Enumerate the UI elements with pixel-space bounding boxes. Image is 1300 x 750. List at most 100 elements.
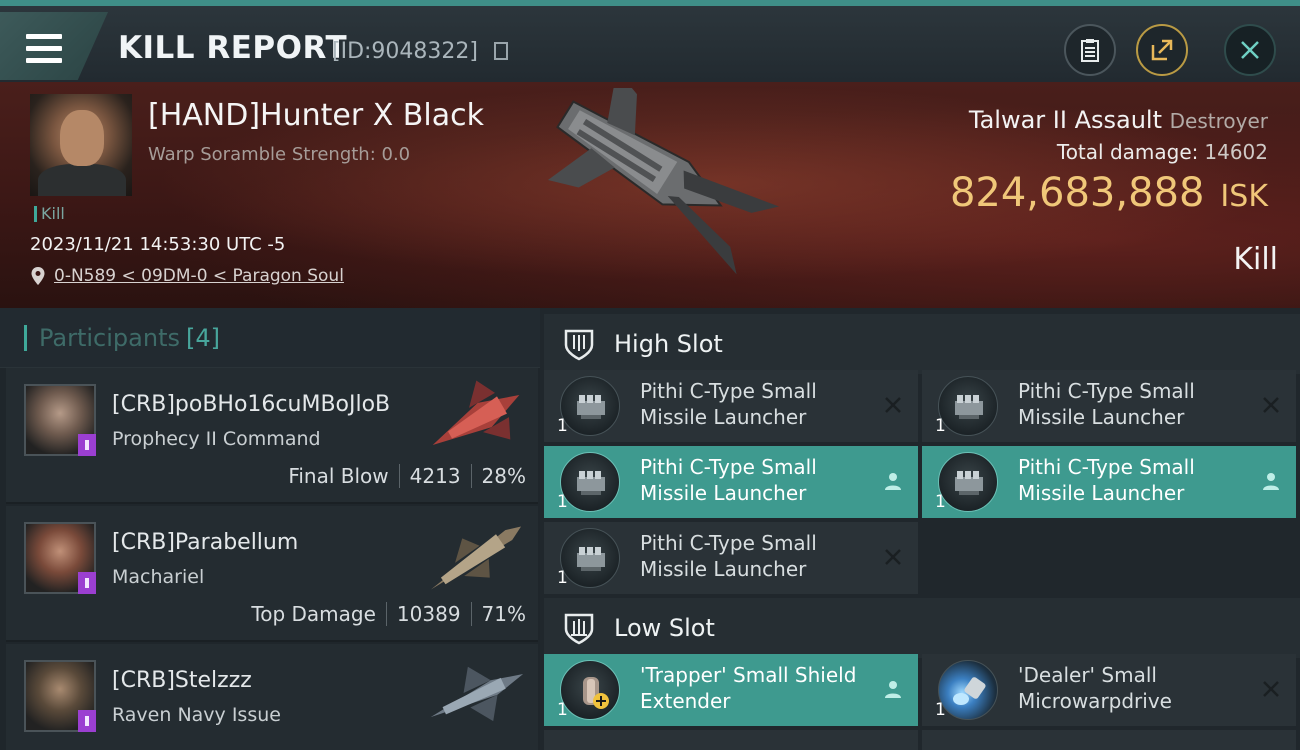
participant-ship: Raven Navy Issue xyxy=(112,704,281,726)
missile-launcher-icon xyxy=(560,452,620,512)
hamburger-icon xyxy=(26,34,62,70)
module-quantity: 1 xyxy=(557,700,568,720)
participant-percent: 71% xyxy=(481,602,526,626)
module-item[interactable]: 1 Pithi C-Type Small Missile Launcher xyxy=(544,370,918,442)
victim-portrait[interactable] xyxy=(30,94,132,196)
participants-panel: Participants [4] [CRB]poBHo16cuMBoJloB P… xyxy=(0,308,540,750)
total-damage: Total damage: 14602 xyxy=(1056,140,1268,164)
share-button[interactable] xyxy=(1136,24,1188,76)
participant-damage: 4213 xyxy=(409,464,461,488)
close-button[interactable] xyxy=(1224,24,1276,76)
participant-ship-icon xyxy=(430,526,522,590)
destroyed-x-icon xyxy=(1263,681,1279,697)
victim-ship-render xyxy=(547,88,780,275)
module-name: 'Trapper' Small Shield Extender xyxy=(640,663,857,713)
module-name: Pithi C-Type Small Missile Launcher xyxy=(640,379,817,429)
dropped-person-icon xyxy=(1263,473,1279,490)
kill-location-link[interactable]: 0-N589 < 09DM-0 < Paragon Soul xyxy=(30,266,344,286)
participants-label: Participants xyxy=(39,323,180,352)
victim-banner: [HAND]Hunter X Black Warp Soramble Stren… xyxy=(0,82,1300,308)
participant-name: [CRB]Parabellum xyxy=(112,530,299,555)
module-item[interactable]: 1 Pithi C-Type Small Missile Launcher xyxy=(922,370,1296,442)
page-title: KILL REPORT xyxy=(118,30,348,66)
fitting-panel: High Slot 1 Pithi C-Type Small Missile La… xyxy=(540,308,1300,750)
participant-avatar[interactable] xyxy=(24,522,96,594)
module-item[interactable] xyxy=(544,730,918,750)
participant-ship-icon xyxy=(432,380,520,445)
corp-badge-icon xyxy=(78,434,96,456)
participant-role: Final Blow xyxy=(288,464,389,488)
clipboard-button[interactable] xyxy=(1064,24,1116,76)
module-name: Pithi C-Type Small Missile Launcher xyxy=(640,455,817,505)
ship-class: Destroyer xyxy=(1169,109,1268,133)
microwarpdrive-icon xyxy=(938,660,998,720)
module-item[interactable]: 1 'Trapper' Small Shield Extender xyxy=(544,654,918,726)
missile-launcher-icon xyxy=(938,452,998,512)
header-bar: KILL REPORT [ID:9048322] xyxy=(0,0,1300,82)
report-id: [ID:9048322] xyxy=(332,39,478,64)
high-slot-header: High Slot xyxy=(544,314,1300,374)
participant-avatar[interactable] xyxy=(24,384,96,456)
participants-count: [4] xyxy=(185,323,220,352)
module-item[interactable]: 1 'Dealer' Small Microwarpdrive xyxy=(922,654,1296,726)
low-slot-header: Low Slot xyxy=(544,598,1300,658)
module-name: Pithi C-Type Small Missile Launcher xyxy=(1018,379,1195,429)
participant-name: [CRB]Stelzzz xyxy=(112,668,252,693)
menu-button[interactable] xyxy=(0,12,108,80)
participants-header[interactable]: Participants [4] xyxy=(0,308,540,368)
destroyed-x-icon xyxy=(885,397,901,413)
high-slot-icon xyxy=(564,329,594,361)
participant-row[interactable]: [CRB]Parabellum Machariel Top Damage 103… xyxy=(6,506,538,642)
location-text: 0-N589 < 09DM-0 < Paragon Soul xyxy=(54,266,344,286)
high-slot-label: High Slot xyxy=(614,330,723,358)
corp-badge-icon xyxy=(78,710,96,732)
victim-ship-name: Talwar II Assault Destroyer xyxy=(968,106,1268,134)
missile-launcher-icon xyxy=(938,376,998,436)
isk-value: 824,683,888 ISK xyxy=(949,170,1268,216)
module-quantity: 1 xyxy=(935,700,946,720)
dropped-person-icon xyxy=(885,681,901,698)
close-icon xyxy=(1241,41,1259,59)
participant-percent: 28% xyxy=(481,464,526,488)
participant-name: [CRB]poBHo16cuMBoJloB xyxy=(112,392,391,417)
warp-scramble-strength: Warp Soramble Strength: 0.0 xyxy=(148,144,411,165)
kill-result: Kill xyxy=(1233,242,1278,277)
copy-icon[interactable] xyxy=(494,42,508,60)
module-quantity: 1 xyxy=(557,568,568,588)
module-item[interactable]: 1 Pithi C-Type Small Missile Launcher xyxy=(544,446,918,518)
missile-launcher-icon xyxy=(560,376,620,436)
participant-stats: Final Blow 4213 28% xyxy=(288,464,526,488)
participant-ship-icon xyxy=(430,666,524,722)
low-slot-label: Low Slot xyxy=(614,614,715,642)
missile-launcher-icon xyxy=(560,528,620,588)
kill-timestamp: 2023/11/21 14:53:30 UTC -5 xyxy=(30,234,286,255)
module-quantity: 1 xyxy=(557,416,568,436)
module-item[interactable]: 1 Pithi C-Type Small Missile Launcher xyxy=(922,446,1296,518)
module-item[interactable] xyxy=(922,730,1296,750)
low-slot-icon xyxy=(564,613,594,645)
participant-role: Top Damage xyxy=(251,602,376,626)
module-item[interactable]: 1 Pithi C-Type Small Missile Launcher xyxy=(544,522,918,594)
module-name: Pithi C-Type Small Missile Launcher xyxy=(640,531,817,581)
participant-row[interactable]: [CRB]poBHo16cuMBoJloB Prophecy II Comman… xyxy=(6,368,538,504)
participant-avatar[interactable] xyxy=(24,660,96,732)
share-icon xyxy=(1151,39,1173,61)
participant-row[interactable]: [CRB]Stelzzz Raven Navy Issue xyxy=(6,644,538,750)
module-name: Pithi C-Type Small Missile Launcher xyxy=(1018,455,1195,505)
destroyed-x-icon xyxy=(885,549,901,565)
module-name: 'Dealer' Small Microwarpdrive xyxy=(1018,663,1172,713)
module-quantity: 1 xyxy=(557,492,568,512)
module-quantity: 1 xyxy=(935,492,946,512)
kill-tag: Kill xyxy=(34,206,65,222)
dropped-person-icon xyxy=(885,473,901,490)
participant-ship: Prophecy II Command xyxy=(112,428,321,450)
participant-ship: Machariel xyxy=(112,566,205,588)
destroyed-x-icon xyxy=(1263,397,1279,413)
location-pin-icon xyxy=(31,267,45,285)
participant-damage: 10389 xyxy=(396,602,461,626)
corp-badge-icon xyxy=(78,572,96,594)
clipboard-icon xyxy=(1081,39,1099,62)
module-quantity: 1 xyxy=(935,416,946,436)
participant-stats: Top Damage 10389 71% xyxy=(251,602,526,626)
shield-extender-icon xyxy=(560,660,620,720)
